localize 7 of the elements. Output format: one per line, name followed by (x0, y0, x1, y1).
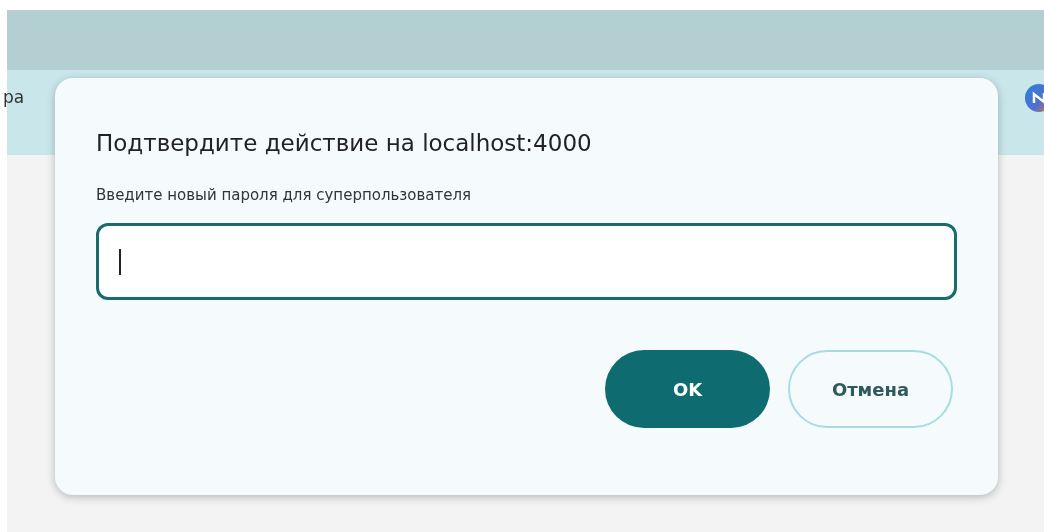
dialog-title: Подтвердите действие на localhost:4000 (96, 129, 593, 158)
cancel-button[interactable]: Отмена (788, 350, 953, 428)
text-cursor (119, 248, 121, 275)
ok-button[interactable]: OK (605, 350, 770, 428)
toolbar-text: ра (3, 85, 25, 109)
dialog-message: Введите новый пароля для суперпользователя (96, 185, 473, 205)
password-field[interactable] (96, 223, 957, 300)
